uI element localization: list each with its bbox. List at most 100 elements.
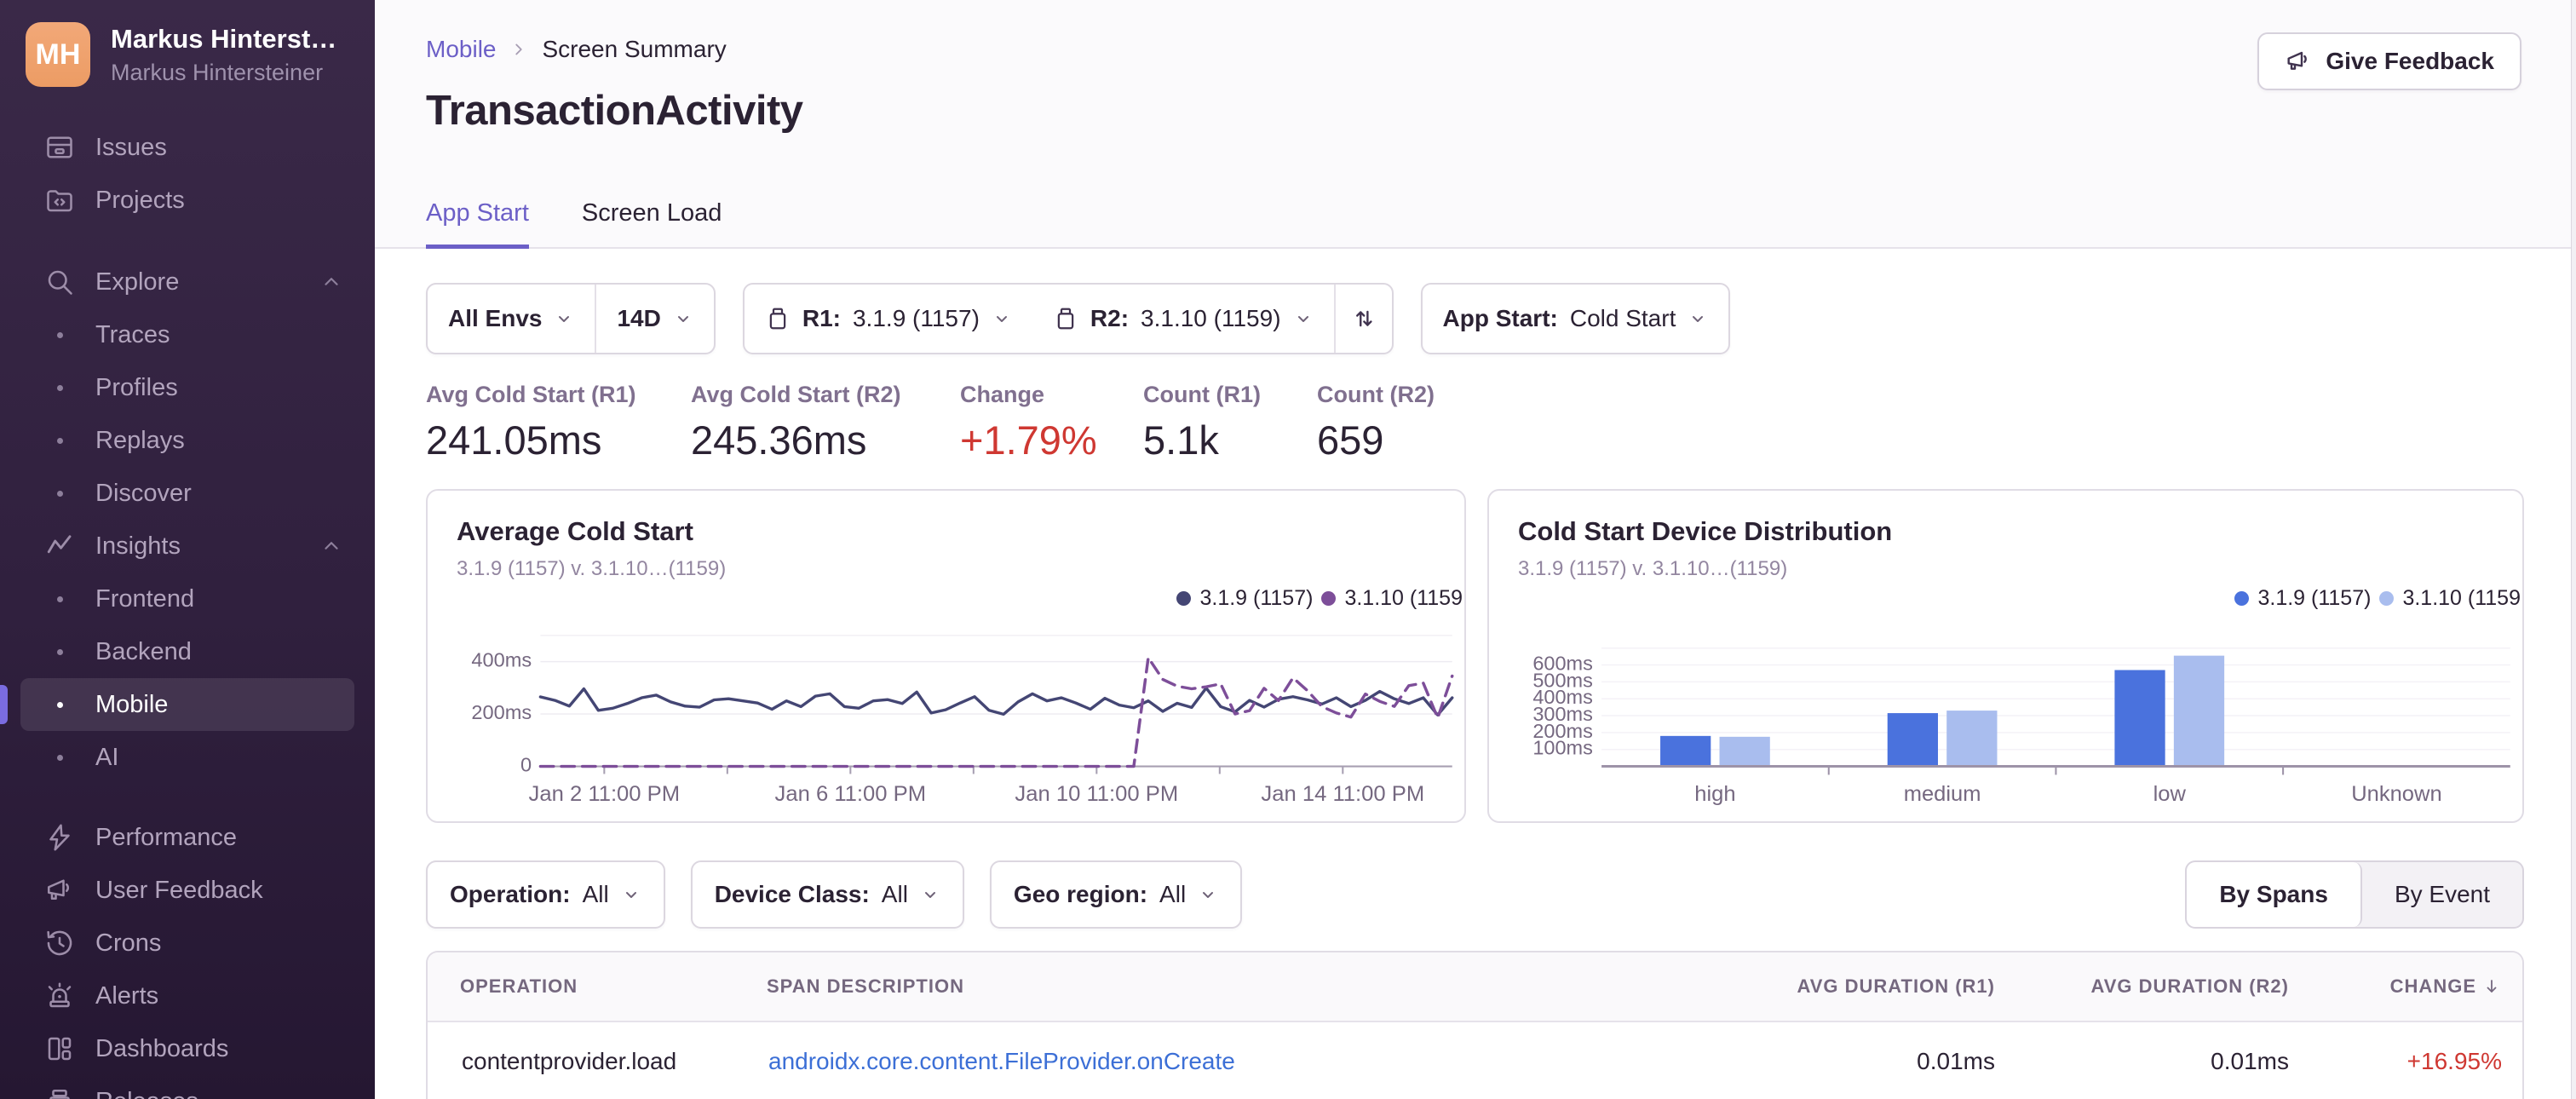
stat-count-r2: Count (R2) 659 (1317, 382, 1435, 463)
app-start-type-filter[interactable]: App Start: Cold Start (1423, 285, 1729, 353)
sidebar-item-replays[interactable]: Replays (0, 414, 375, 467)
sidebar-item-frontend[interactable]: Frontend (0, 573, 375, 625)
legend-label: 3.1.9 (1157) (2257, 586, 2372, 610)
dashboard-grid-icon (41, 1033, 78, 1064)
spans-table: OPERATION SPAN DESCRIPTION AVG DURATION … (426, 951, 2524, 1099)
sidebar: MH Markus Hinterst… Markus Hintersteiner… (0, 0, 375, 1099)
span-filter-bar: Operation: All Device Class: All Geo reg… (426, 860, 2524, 929)
sidebar-item-label: Backend (95, 637, 192, 665)
legend-dot (1176, 591, 1192, 606)
legend-item[interactable]: 3.1.9 (1157) (1176, 586, 1313, 611)
app-start-label: App Start: (1442, 305, 1558, 331)
chevron-down-icon (554, 308, 574, 329)
stat-avg-cold-start-r1: Avg Cold Start (R1) 241.05ms (426, 382, 691, 463)
content-area: All Envs 14D R1: 3.1.9 (1157) R2: 3.1.10… (375, 283, 2576, 1099)
col-change-sort[interactable]: CHANGE (2390, 975, 2522, 998)
sidebar-item-dashboards[interactable]: Dashboards (0, 1022, 375, 1075)
tab-bar: App Start Screen Load (426, 199, 722, 249)
legend-item[interactable]: 3.1.10 (1159 (2379, 586, 2521, 611)
sort-descending-icon (2481, 976, 2502, 997)
sidebar-item-traces[interactable]: Traces (0, 308, 375, 361)
chevron-up-icon (320, 271, 342, 293)
svg-text:Jan 14 11:00 PM: Jan 14 11:00 PM (1261, 783, 1424, 807)
page-header: Mobile Screen Summary Give Feedback Tran… (375, 0, 2576, 249)
charts-row: Average Cold Start 3.1.9 (1157) v. 3.1.1… (426, 489, 2524, 823)
layers-icon (41, 1086, 78, 1099)
sidebar-item-label: AI (95, 743, 119, 771)
sidebar-item-performance[interactable]: Performance (0, 811, 375, 864)
device-class-filter[interactable]: Device Class: All (690, 860, 964, 929)
toggle-by-event[interactable]: By Event (2362, 862, 2522, 927)
svg-text:medium: medium (1904, 783, 1981, 807)
megaphone-icon (41, 875, 78, 906)
svg-text:Jan 6 11:00 PM: Jan 6 11:00 PM (775, 783, 927, 807)
legend-label: 3.1.10 (1159 (1344, 586, 1463, 610)
sidebar-item-releases[interactable]: Releases (0, 1075, 375, 1099)
env-date-filter-group: All Envs 14D (426, 283, 716, 354)
legend-dot (2379, 591, 2395, 606)
table-header-row: OPERATION SPAN DESCRIPTION AVG DURATION … (428, 952, 2522, 1022)
sidebar-item-projects[interactable]: Projects (0, 174, 375, 227)
legend-item[interactable]: 3.1.10 (1159 (1321, 586, 1463, 611)
chart-title: Cold Start Device Distribution (1518, 516, 1893, 546)
sidebar-item-discover[interactable]: Discover (0, 467, 375, 520)
scrollbar[interactable] (2571, 0, 2576, 1099)
date-range-filter[interactable]: 14D (596, 285, 713, 353)
tab-app-start[interactable]: App Start (426, 199, 529, 249)
stat-avg-cold-start-r2: Avg Cold Start (R2) 245.36ms (691, 382, 960, 463)
bar-chart-canvas: 100ms 200ms 300ms 400ms 500ms 600ms high medium… (1518, 619, 2519, 821)
give-feedback-button[interactable]: Give Feedback (2257, 32, 2521, 90)
release1-filter[interactable]: R1: 3.1.9 (1157) (745, 285, 1032, 353)
legend-item[interactable]: 3.1.9 (1157) (2234, 586, 2371, 611)
sidebar-item-alerts[interactable]: Alerts (0, 970, 375, 1022)
operation-label: Operation: (450, 881, 571, 907)
chart-title: Average Cold Start (457, 516, 693, 546)
sidebar-item-mobile[interactable]: Mobile (0, 678, 354, 731)
breadcrumb: Mobile Screen Summary (426, 36, 2521, 63)
stat-value: 245.36ms (691, 417, 867, 463)
app-window: MH Markus Hinterst… Markus Hintersteiner… (0, 0, 2576, 1099)
sidebar-item-explore[interactable]: Explore (0, 256, 375, 308)
chevron-down-icon (1293, 308, 1314, 329)
cell-avg-r1: 0.01ms (1917, 1048, 1995, 1074)
folder-code-icon (41, 185, 78, 216)
sidebar-item-profiles[interactable]: Profiles (0, 361, 375, 414)
sidebar-item-label: Releases (95, 1088, 198, 1099)
search-icon (41, 267, 78, 297)
clock-history-icon (41, 928, 78, 958)
sidebar-item-user-feedback[interactable]: User Feedback (0, 864, 375, 917)
span-description-link[interactable]: androidx.core.content.FileProvider.onCre… (768, 1048, 1235, 1074)
sidebar-item-ai[interactable]: AI (0, 731, 375, 784)
operation-filter[interactable]: Operation: All (426, 860, 665, 929)
sidebar-item-label: User Feedback (95, 876, 263, 904)
legend-label: 3.1.10 (1159 (2402, 586, 2521, 610)
bullet-icon (41, 701, 78, 708)
release2-value: 3.1.10 (1159) (1141, 305, 1281, 331)
sidebar-item-backend[interactable]: Backend (0, 625, 375, 678)
legend-label: 3.1.9 (1157) (1199, 586, 1314, 610)
avg-cold-start-card: Average Cold Start 3.1.9 (1157) v. 3.1.1… (426, 489, 1466, 823)
device-class-value: All (881, 881, 908, 907)
sidebar-item-issues[interactable]: Issues (0, 121, 375, 174)
user-menu[interactable]: MH Markus Hinterst… Markus Hintersteiner (0, 0, 375, 87)
line-chart-canvas: 0 200ms 400ms Jan 2 11:00 PM Jan 6 11:00 PM J… (457, 619, 1461, 821)
svg-text:Jan 2 11:00 PM: Jan 2 11:00 PM (529, 783, 681, 807)
sidebar-item-crons[interactable]: Crons (0, 917, 375, 970)
col-change-label: CHANGE (2389, 975, 2476, 997)
bullet-icon (41, 490, 78, 497)
siren-icon (41, 981, 78, 1011)
breadcrumb-mobile[interactable]: Mobile (426, 36, 496, 63)
environment-filter[interactable]: All Envs (428, 285, 595, 353)
tab-screen-load[interactable]: Screen Load (582, 199, 722, 249)
sidebar-item-label: Alerts (95, 981, 159, 1010)
toggle-by-spans[interactable]: By Spans (2187, 862, 2362, 927)
sidebar-item-insights[interactable]: Insights (0, 520, 375, 573)
release2-filter[interactable]: R2: 3.1.10 (1159) (1032, 285, 1334, 353)
geo-region-filter[interactable]: Geo region: All (989, 860, 1243, 929)
chevron-down-icon (920, 884, 940, 905)
release1-label: R1: (802, 305, 841, 331)
swap-releases-button[interactable] (1336, 306, 1392, 331)
chevron-down-icon (1198, 884, 1218, 905)
svg-text:Unknown: Unknown (2351, 783, 2441, 807)
chevron-down-icon (1688, 308, 1708, 329)
